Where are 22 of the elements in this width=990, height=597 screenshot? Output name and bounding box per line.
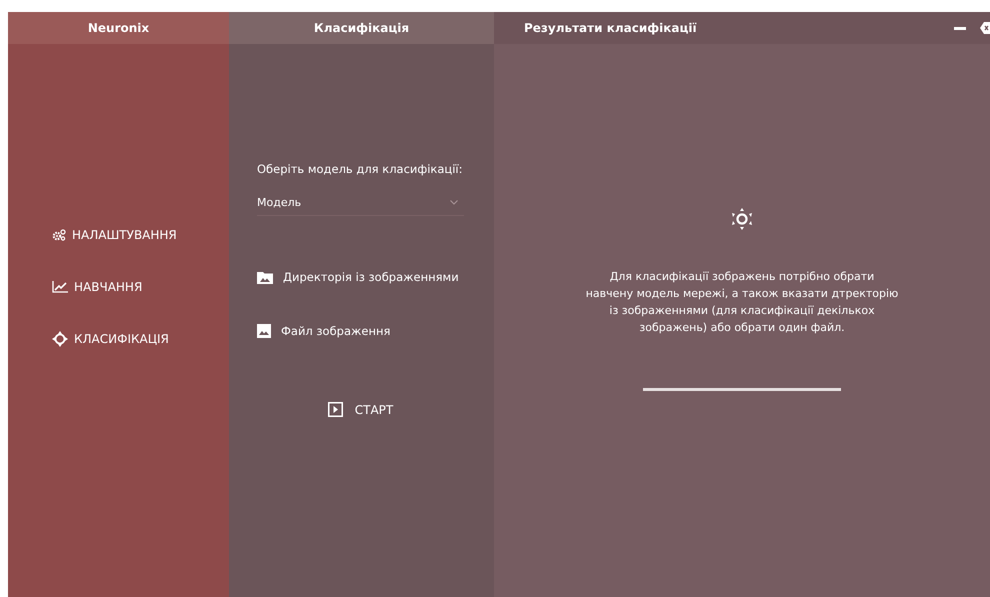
chevron-down-icon xyxy=(450,200,458,205)
app-title: Neuronix xyxy=(88,21,150,35)
image-icon xyxy=(257,324,271,338)
crosshair-icon xyxy=(52,331,68,347)
info-message: Для класифікації зображень потрібно обрати навчену модель мережі, а також вказати дтректорію із зображеннями (для класифікації декількох зображень) або обрати один файл. xyxy=(584,269,900,336)
folder-image-icon xyxy=(257,270,273,284)
brightness-icon xyxy=(731,208,753,230)
minimize-icon[interactable] xyxy=(954,26,966,30)
play-icon xyxy=(328,402,343,417)
start-button[interactable]: СТАРТ xyxy=(328,402,394,417)
nav-item[interactable]: НАВЧАННЯ xyxy=(52,276,229,298)
gears-icon xyxy=(52,229,66,241)
nav-item[interactable]: КЛАСИФІКАЦІЯ xyxy=(52,328,229,350)
panel-title: Результати класифікації xyxy=(524,21,697,35)
line-chart-icon xyxy=(52,281,68,293)
source-option[interactable]: Файл зображення xyxy=(257,324,464,338)
model-dropdown[interactable]: Модель xyxy=(257,196,464,216)
close-icon[interactable] xyxy=(980,22,990,34)
nav-item[interactable]: НАЛАШТУВАННЯ xyxy=(52,224,229,246)
model-prompt: Оберіть модель для класифікації: xyxy=(257,162,464,176)
source-option[interactable]: Директорія із зображеннями xyxy=(257,270,464,284)
panel-title: Класифікація xyxy=(314,21,410,35)
